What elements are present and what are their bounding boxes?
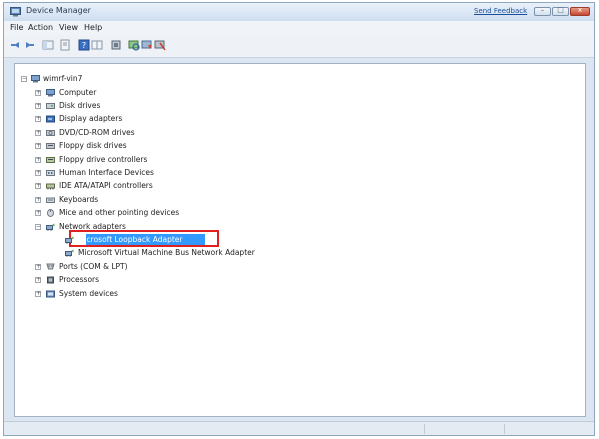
expand-toggle[interactable]: + xyxy=(35,209,41,217)
back-arrow-icon[interactable] xyxy=(10,39,22,51)
network-adapter-icon xyxy=(46,223,55,231)
expand-toggle[interactable]: + xyxy=(35,182,41,190)
minimize-icon: – xyxy=(540,6,545,14)
tree-category-label: Human Interface Devices xyxy=(59,167,154,177)
tree-category-label: DVD/CD-ROM drives xyxy=(59,127,135,137)
properties-icon[interactable] xyxy=(59,39,71,51)
expand-toggle[interactable]: + xyxy=(35,290,41,297)
close-button[interactable]: x xyxy=(570,6,590,16)
tree-root-label: wimrf-vin7 xyxy=(43,74,83,83)
svg-text:?: ? xyxy=(82,41,86,50)
network-adapter-icon xyxy=(65,236,74,244)
expand-toggle[interactable]: + xyxy=(35,102,41,109)
send-feedback-link[interactable]: Send Feedback xyxy=(474,7,527,15)
mouse-icon xyxy=(47,209,54,218)
port-icon xyxy=(46,263,55,270)
menu-help[interactable]: Help xyxy=(84,23,102,32)
tree-category-label: System devices xyxy=(59,288,118,298)
forward-arrow-icon[interactable] xyxy=(23,39,35,51)
help-icon[interactable]: ? xyxy=(78,39,90,51)
tree-category-label: Keyboards xyxy=(59,194,99,204)
floppy-controller-icon xyxy=(46,156,55,163)
menu-bar: File Action View Help xyxy=(4,21,594,35)
status-bar xyxy=(4,421,594,435)
maximize-icon: □ xyxy=(557,6,564,14)
title-bar[interactable]: Device Manager Send Feedback – □ x xyxy=(4,3,594,21)
device-tree-pane[interactable]: − wimrf-vin7 + Computer + Disk drives + Displ… xyxy=(14,63,586,417)
expand-toggle[interactable]: + xyxy=(35,156,41,163)
disable-device-icon[interactable] xyxy=(154,39,166,51)
expand-toggle[interactable]: + xyxy=(35,263,41,270)
tree-category-label: Display adapters xyxy=(59,114,123,124)
display-adapter-icon xyxy=(46,115,55,123)
collapse-toggle[interactable]: − xyxy=(21,75,27,82)
tree-category-label: Floppy disk drives xyxy=(59,141,127,151)
details-pane-icon[interactable] xyxy=(91,39,103,51)
floppy-disk-icon xyxy=(46,143,55,150)
processor-icon xyxy=(47,276,54,284)
device-manager-window: Device Manager Send Feedback – □ x File … xyxy=(3,2,595,436)
expand-toggle[interactable]: + xyxy=(35,276,41,284)
scan-for-hardware-changes-icon[interactable] xyxy=(128,39,140,51)
tree-category-label: Disk drives xyxy=(59,100,101,110)
system-device-icon xyxy=(46,290,55,297)
tree-category-label: IDE ATA/ATAPI controllers xyxy=(59,181,153,191)
toolbar: ? xyxy=(4,35,594,58)
expand-toggle[interactable]: + xyxy=(35,129,41,136)
network-adapter-icon xyxy=(65,249,74,258)
tree-category-label: Mice and other pointing devices xyxy=(59,208,180,218)
tree-category-label: Processors xyxy=(59,275,100,285)
collapse-toggle[interactable]: − xyxy=(35,223,41,230)
close-icon: x xyxy=(577,6,583,14)
expand-toggle[interactable]: + xyxy=(35,169,41,176)
computer-icon xyxy=(46,88,55,96)
hid-icon xyxy=(46,169,55,176)
expand-toggle[interactable]: + xyxy=(35,196,41,203)
show-hide-console-tree-icon[interactable] xyxy=(42,39,54,51)
computer-root-icon xyxy=(31,75,40,83)
expand-toggle[interactable]: + xyxy=(35,142,41,150)
show-hidden-devices-icon[interactable] xyxy=(110,39,122,51)
dvd-drive-icon xyxy=(46,129,55,136)
maximize-button[interactable]: □ xyxy=(552,6,569,16)
tree-category-label: Ports (COM & LPT) xyxy=(59,261,128,271)
tree-device-label: Microsoft Virtual Machine Bus Network Ad… xyxy=(78,248,255,258)
device-manager-app-icon xyxy=(10,7,21,17)
keyboard-icon xyxy=(46,197,55,203)
menu-action[interactable]: Action xyxy=(28,23,53,32)
tree-category-label: Computer xyxy=(59,87,97,97)
expand-toggle[interactable]: + xyxy=(35,115,41,123)
status-divider xyxy=(504,424,505,434)
status-divider xyxy=(424,424,425,434)
expand-toggle[interactable]: + xyxy=(35,89,41,96)
minimize-button[interactable]: – xyxy=(534,6,551,16)
menu-view[interactable]: View xyxy=(59,23,78,32)
tree-category-label: Floppy drive controllers xyxy=(59,154,148,164)
tree-device-label: Microsoft Loopback Adapter xyxy=(78,234,183,244)
ide-controller-icon xyxy=(46,183,55,190)
disk-drive-icon xyxy=(46,102,55,109)
window-title: Device Manager xyxy=(26,6,91,15)
menu-file[interactable]: File xyxy=(10,23,23,32)
update-driver-icon[interactable] xyxy=(141,39,153,51)
